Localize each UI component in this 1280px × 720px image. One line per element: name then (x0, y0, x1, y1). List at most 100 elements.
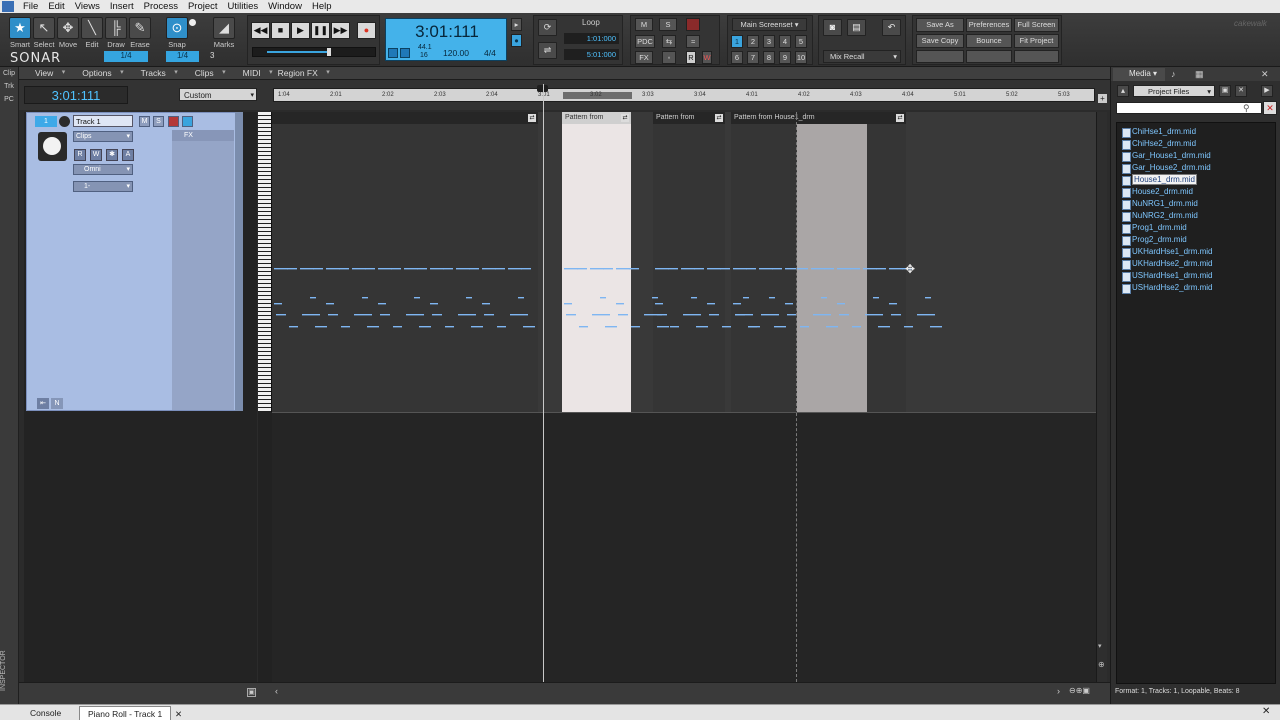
midi-note[interactable] (603, 268, 613, 270)
midi-note[interactable] (362, 297, 368, 299)
midi-note[interactable] (746, 268, 756, 270)
midi-note[interactable] (326, 303, 334, 305)
midi-note[interactable] (445, 326, 454, 328)
media-file-item[interactable]: UKHardHse2_drm.mid (1121, 258, 1271, 270)
midi-note[interactable] (925, 297, 931, 299)
midi-note[interactable] (380, 314, 390, 316)
midi-note[interactable] (276, 314, 286, 316)
screenset-select[interactable]: Main Screenset ▾ (732, 18, 807, 31)
time-display[interactable]: 3:01:111 44.1 16 120.00 4/4 (385, 18, 507, 61)
input-dropdown[interactable]: Omni ▾ (73, 164, 133, 175)
record-arm-all-icon[interactable] (686, 18, 700, 31)
custom-button-2[interactable] (966, 50, 1012, 63)
midi-note[interactable] (497, 326, 506, 328)
media-file-item[interactable]: ChiHse2_drm.mid (1121, 138, 1271, 150)
midi-note[interactable] (889, 303, 897, 305)
track-number[interactable]: 1 (35, 116, 57, 127)
midi-note[interactable] (668, 268, 678, 270)
midi-note[interactable] (471, 326, 483, 328)
document-icon[interactable]: ▤ (847, 19, 866, 36)
midi-note[interactable] (681, 268, 695, 270)
snap-resolution[interactable]: 1/4 (166, 51, 199, 62)
track-icon[interactable] (38, 132, 67, 161)
track-menu-clips[interactable]: Clips (179, 68, 227, 78)
midi-note[interactable] (722, 326, 731, 328)
track-pane-scrollbar[interactable] (235, 112, 243, 411)
midi-note[interactable] (735, 314, 745, 316)
midi-note[interactable] (811, 268, 825, 270)
midi-note[interactable] (873, 297, 879, 299)
midi-note[interactable] (456, 268, 470, 270)
midi-note[interactable] (733, 268, 747, 270)
midi-note[interactable] (694, 268, 704, 270)
midi-note[interactable] (302, 314, 320, 316)
midi-note[interactable] (564, 303, 572, 305)
midi-note[interactable] (785, 303, 793, 305)
midi-note[interactable] (458, 314, 476, 316)
pdc-button[interactable]: PDC (635, 35, 655, 48)
save-location-icon[interactable]: ▣ (1219, 85, 1231, 97)
media-file-item[interactable]: Gar_House1_drm.mid (1121, 150, 1271, 162)
midi-note[interactable] (652, 297, 658, 299)
media-file-item[interactable]: ChiHse1_drm.mid (1121, 126, 1271, 138)
tab-close-icon[interactable]: ✕ (175, 707, 182, 720)
inspector-label[interactable]: INSPECTOR (0, 646, 19, 696)
midi-note[interactable] (889, 268, 903, 270)
automation-read-icon[interactable]: ⇆ (662, 35, 676, 48)
custom-button-3[interactable] (1014, 50, 1059, 63)
track-menu-options[interactable]: Options (66, 68, 124, 78)
midi-note[interactable] (432, 314, 442, 316)
play-icon[interactable]: ▶ (291, 22, 310, 39)
smart-tool-icon[interactable]: ★ (9, 17, 31, 39)
browser-close-icon[interactable]: ✕ (1261, 69, 1269, 80)
freeze-icon[interactable]: ✱ (106, 149, 118, 161)
mix-recall-select[interactable]: Mix Recall ▾ (823, 50, 901, 63)
midi-note[interactable] (289, 326, 298, 328)
midi-note[interactable] (495, 268, 505, 270)
track-menu-midi[interactable]: MIDI (227, 68, 274, 78)
midi-note[interactable] (600, 297, 606, 299)
media-file-item[interactable]: Prog2_drm.mid (1121, 234, 1271, 246)
midi-note[interactable] (566, 314, 576, 316)
midi-note[interactable] (904, 326, 913, 328)
clips-dropdown[interactable]: Clips ▾ (73, 131, 133, 142)
search-icon[interactable]: ⚲ (1243, 103, 1250, 114)
marks-icon[interactable]: ◢ (213, 17, 235, 39)
loop-start[interactable]: 1:01:000 (564, 33, 619, 44)
midi-note[interactable] (367, 326, 379, 328)
track-view-preset-select[interactable]: Custom ▾ (179, 88, 257, 101)
midi-note[interactable] (616, 268, 630, 270)
midi-note[interactable] (863, 268, 877, 270)
tempo-toggle-icon[interactable]: ● (511, 34, 522, 47)
midi-note[interactable] (891, 314, 901, 316)
custom-button-1[interactable] (916, 50, 964, 63)
midi-note[interactable] (430, 303, 438, 305)
screenset-9[interactable]: 9 (779, 51, 791, 64)
bounce-button[interactable]: Bounce (966, 34, 1012, 48)
screenset-1[interactable]: 1 (731, 35, 743, 48)
midi-note[interactable] (821, 297, 827, 299)
position-slider-handle[interactable] (327, 48, 331, 56)
midi-note[interactable] (482, 303, 490, 305)
midi-note[interactable] (761, 314, 779, 316)
midi-note[interactable] (772, 268, 782, 270)
track-lanes-icon[interactable]: N (51, 398, 63, 409)
save-as-button[interactable]: Save As (916, 18, 964, 32)
midi-note[interactable] (339, 268, 349, 270)
pc-inspector-tab[interactable]: PC (0, 93, 18, 106)
midi-note[interactable] (469, 268, 479, 270)
menu-insert[interactable]: Insert (105, 1, 139, 12)
midi-note[interactable] (300, 268, 314, 270)
fit-project-button[interactable]: Fit Project (1014, 34, 1059, 48)
track-menu-region-fx[interactable]: Region FX (274, 68, 331, 78)
media-search-input[interactable] (1116, 102, 1262, 114)
scroll-right-icon[interactable]: › (1057, 686, 1060, 696)
midi-note[interactable] (443, 268, 453, 270)
scroll-left-icon[interactable]: ‹ (275, 686, 278, 696)
track-strip[interactable]: 1 Track 1 M S Clips ▾ R W ✱ A Omni ▾ 1- ▾ F… (26, 112, 242, 411)
midi-note[interactable] (605, 326, 617, 328)
midi-note[interactable] (590, 268, 604, 270)
midi-note[interactable] (518, 297, 524, 299)
midi-note[interactable] (404, 268, 418, 270)
midi-note[interactable] (683, 314, 701, 316)
